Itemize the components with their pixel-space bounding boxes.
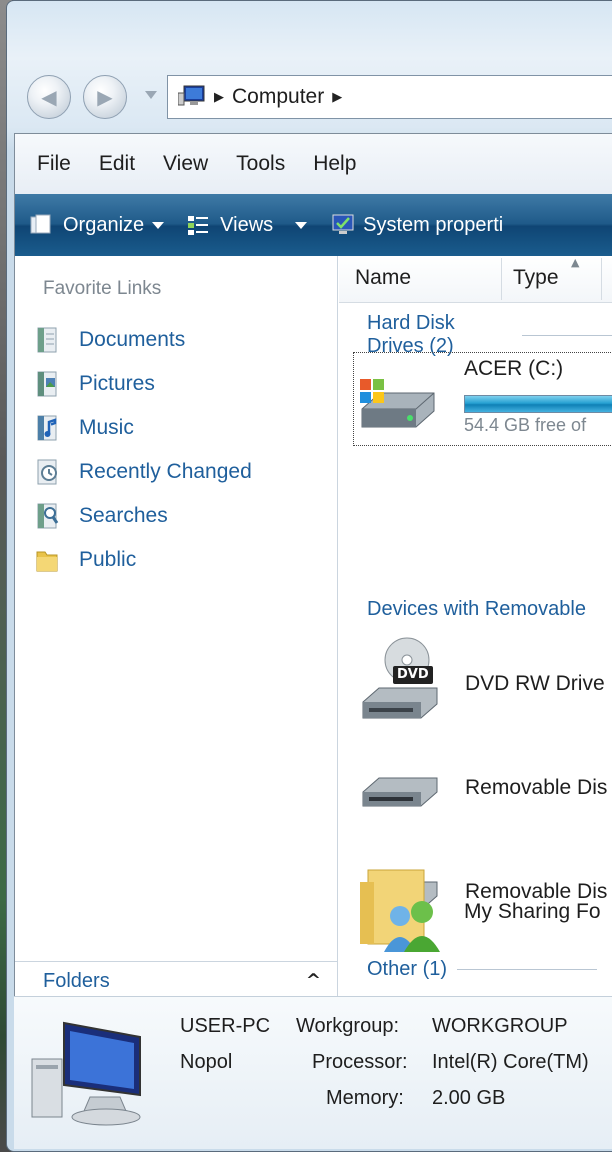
folder-item-my-sharing[interactable]: My Sharing Fo [354,860,612,960]
views-button[interactable]: Views [186,213,308,237]
favorite-link-searches[interactable]: Searches [35,502,168,530]
user-name: Nopol [180,1051,233,1073]
public-folder-icon [35,546,61,574]
dvd-drive-icon: DVD [359,636,439,732]
breadcrumb-computer[interactable]: Computer [232,85,324,109]
folders-label: Folders [43,969,110,992]
column-divider[interactable] [601,258,602,300]
favorite-link-label: Public [79,548,137,571]
group-label: Devices with Removable [367,598,586,620]
memory-label: Memory: [326,1087,404,1109]
folder-name: My Sharing Fo [464,900,601,923]
breadcrumb-separator-icon[interactable]: ▶ [214,90,224,105]
drive-name: Removable Dis [465,776,608,799]
hard-drive-icon [358,371,438,437]
favorite-link-label: Recently Changed [79,460,252,483]
favorite-link-label: Pictures [79,372,155,395]
address-bar[interactable]: ▶ Computer ▶ [167,75,612,119]
processor-label: Processor: [312,1051,408,1073]
favorite-link-label: Music [79,416,134,439]
views-icon [186,213,212,237]
system-properties-label: System properti [363,213,504,236]
drive-item-acer[interactable]: ACER (C:) 54.4 GB free of [353,352,612,446]
drive-usage-bar [464,395,612,413]
command-bar: Organize Views System properti [15,194,612,256]
music-icon [35,414,61,442]
menu-view[interactable]: View [149,152,222,176]
forward-arrow-icon: ▶ [97,85,113,109]
chevron-up-icon[interactable]: ^ [306,970,321,991]
favorite-link-pictures[interactable]: Pictures [35,370,155,398]
pictures-icon [35,370,61,398]
menu-file[interactable]: File [23,152,85,176]
recently-changed-icon [35,458,61,486]
system-properties-button[interactable]: System properti [329,213,503,237]
organize-button[interactable]: Organize [29,213,165,237]
group-divider [457,969,598,970]
favorite-links-heading: Favorite Links [43,278,162,299]
favorite-link-public[interactable]: Public [35,546,136,574]
computer-icon [177,85,206,109]
breadcrumb-separator-icon[interactable]: ▶ [332,90,342,105]
drive-name: ACER (C:) [464,357,564,380]
favorite-link-documents[interactable]: Documents [35,326,185,354]
drive-item-dvd[interactable]: DVD DVD RW Drive [355,636,612,728]
organize-dropdown-icon [152,221,165,229]
menu-tools[interactable]: Tools [222,152,299,176]
sort-ascending-icon: ▲ [571,256,580,269]
folders-bar[interactable]: Folders ^ [15,961,337,1000]
back-button[interactable]: ◀ [27,75,71,119]
group-divider [522,334,612,336]
organize-label: Organize [63,213,145,236]
views-dropdown-icon [295,221,308,229]
forward-button[interactable]: ▶ [83,75,127,119]
organize-icon [29,213,55,237]
group-header-removable-storage[interactable]: Devices with Removable [367,598,586,621]
favorite-link-label: Documents [79,328,186,351]
back-arrow-icon: ◀ [41,85,57,109]
menu-bar: File Edit View Tools Help [15,134,612,194]
column-name[interactable]: Name [355,266,411,290]
documents-icon [35,326,61,354]
workgroup-label: Workgroup: [296,1015,400,1037]
computer-name: USER-PC [180,1015,271,1037]
column-divider[interactable] [501,258,502,300]
drive-name: DVD RW Drive [465,672,605,695]
favorite-link-recently-changed[interactable]: Recently Changed [35,458,252,486]
workgroup-value: WORKGROUP [432,1015,568,1037]
navigation-pane: Favorite Links Documents Pictures Music … [15,256,338,996]
details-pane: USER-PC Nopol Workgroup: WORKGROUP Proce… [14,996,612,1149]
column-type[interactable]: Type [513,266,559,290]
column-header: Name Type ▲ [339,256,612,303]
menu-edit[interactable]: Edit [85,152,149,176]
sharing-folder-icon [354,860,454,964]
drive-item-removable-1[interactable]: Removable Dis [355,740,612,832]
computer-icon [30,1019,160,1133]
dvd-badge: DVD [397,667,429,682]
views-label: Views [220,213,274,236]
processor-value: Intel(R) Core(TM) [432,1051,589,1073]
drive-free-space: 54.4 GB free of [464,415,587,435]
system-properties-icon [329,213,355,237]
memory-value: 2.00 GB [432,1087,506,1109]
recent-pages-dropdown-icon[interactable] [145,91,157,99]
searches-icon [35,502,61,530]
favorite-link-music[interactable]: Music [35,414,134,442]
favorite-link-label: Searches [79,504,168,527]
removable-disk-icon [359,766,439,820]
menu-help[interactable]: Help [299,152,370,176]
